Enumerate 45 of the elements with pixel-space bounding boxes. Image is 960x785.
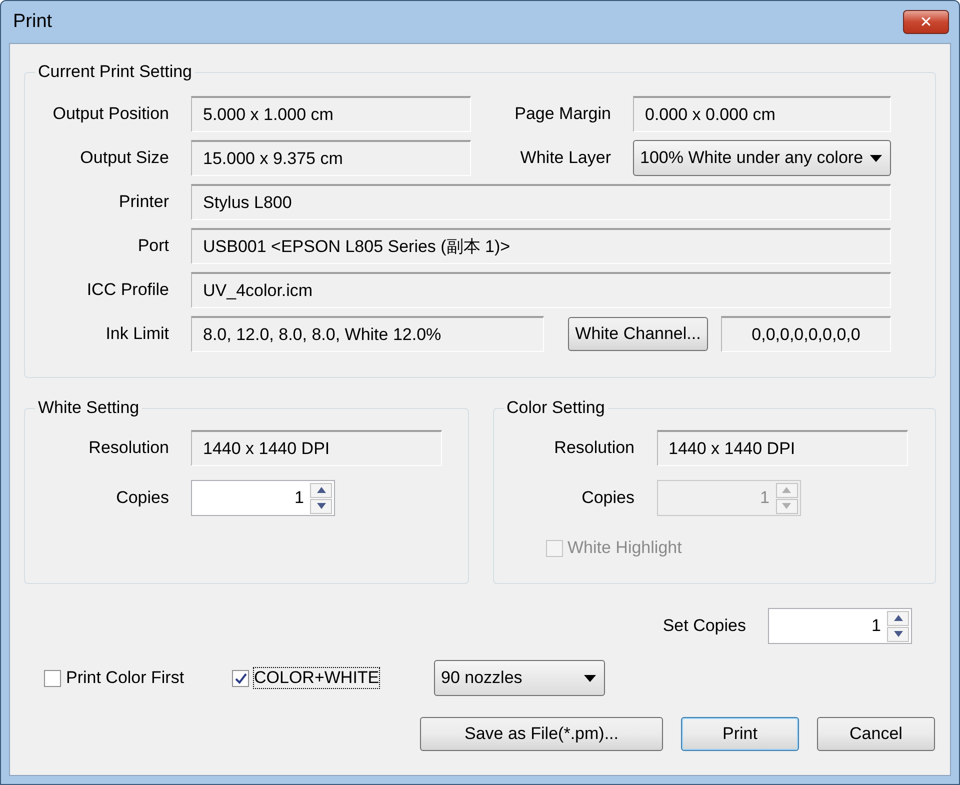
output-size-field: 15.000 x 9.375 cm xyxy=(191,140,471,176)
icc-profile-field: UV_4color.icm xyxy=(191,272,891,308)
group-title: White Setting xyxy=(37,398,140,418)
output-position-field: 5.000 x 1.000 cm xyxy=(191,96,471,132)
field-label: Output Size xyxy=(79,148,170,168)
field-label: Ink Limit xyxy=(104,324,170,344)
window-title: Print xyxy=(13,11,52,33)
field-label: Copies xyxy=(115,488,170,508)
field-label: ICC Profile xyxy=(86,280,170,300)
number-spinner[interactable]: 1 xyxy=(768,608,912,644)
printer-field: Stylus L800 xyxy=(191,184,891,220)
caret-icon xyxy=(870,154,882,162)
field-label: Printer xyxy=(118,192,170,212)
field-label: White Layer xyxy=(519,148,612,168)
resolution-field: 1440 x 1440 DPI xyxy=(656,430,908,466)
dialog-button[interactable]: Print xyxy=(681,717,799,751)
field-label: Port xyxy=(136,236,170,256)
dialog-button[interactable]: Cancel xyxy=(817,717,935,751)
field-label: Copies xyxy=(580,488,636,508)
checkbox[interactable] xyxy=(44,670,61,686)
ink-limit-field: 8.0, 12.0, 8.0, 8.0, White 12.0% xyxy=(191,316,544,352)
close-button[interactable]: ✕ xyxy=(903,10,949,34)
number-input[interactable]: 1 xyxy=(192,488,310,508)
checkbox-label[interactable]: Print Color First xyxy=(66,668,184,688)
group-title: Current Print Setting xyxy=(37,62,194,82)
field-label: Resolution xyxy=(553,438,636,458)
layer-dropdown[interactable]: 100% White under any colore xyxy=(633,140,891,176)
check-icon xyxy=(234,672,246,684)
nozzles-dropdown[interactable]: 90 nozzles xyxy=(434,660,605,696)
field-label: Resolution xyxy=(88,438,170,458)
dialog-button[interactable]: Save as File(*.pm)... xyxy=(420,717,663,751)
channel-values-field: 0,0,0,0,0,0,0,0 xyxy=(721,316,891,352)
number-input[interactable]: 1 xyxy=(769,616,887,636)
checkbox-label[interactable]: COLOR+WHITE xyxy=(254,668,380,688)
caret-icon xyxy=(584,674,596,682)
checkbox[interactable] xyxy=(232,670,249,686)
channel-button[interactable]: White Channel... xyxy=(568,317,708,351)
resolution-field: 1440 x 1440 DPI xyxy=(191,430,442,466)
field-label: Set Copies xyxy=(662,616,747,636)
port-field: USB001 <EPSON L805 Series (副本 1)> xyxy=(191,228,891,264)
field-label: Page Margin xyxy=(514,104,612,124)
page-margin-field: 0.000 x 0.000 cm xyxy=(633,96,891,132)
group-title: Color Setting xyxy=(506,398,606,418)
field-label: Output Position xyxy=(52,104,170,124)
number-spinner[interactable]: 1 xyxy=(191,480,335,516)
